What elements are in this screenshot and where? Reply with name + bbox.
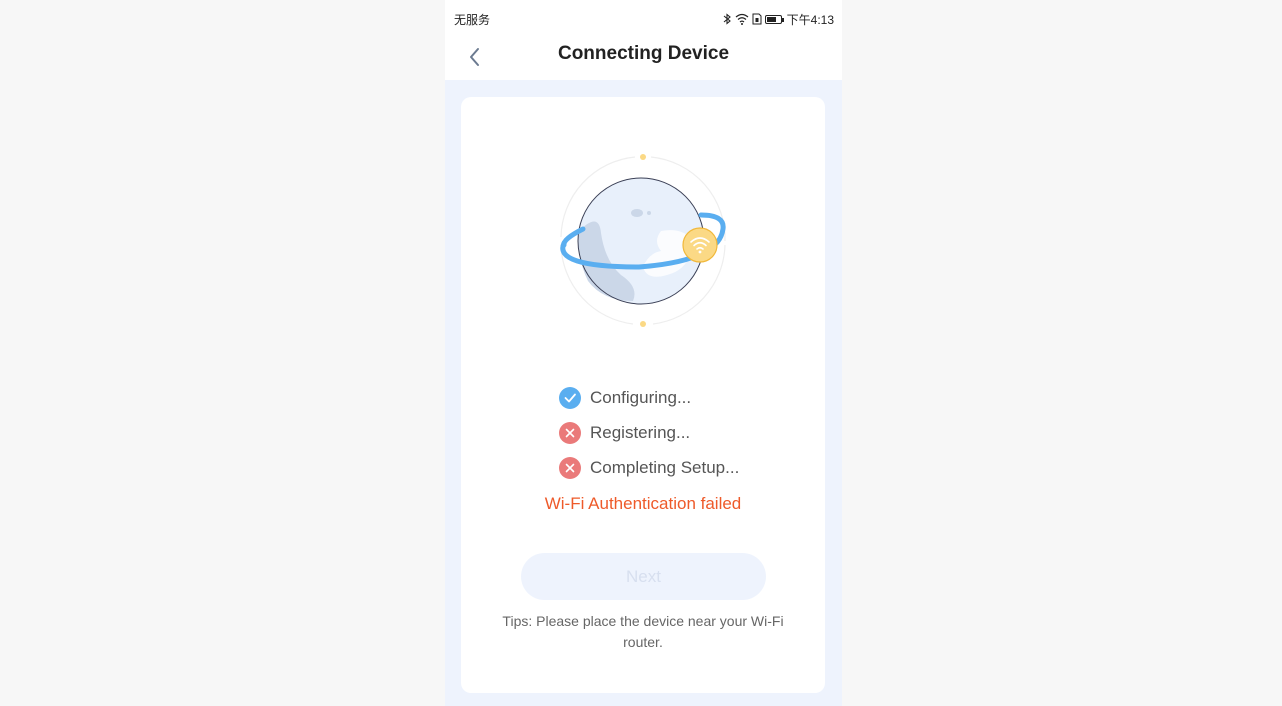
progress-steps: Configuring... Registering... Completing… [559,380,739,485]
status-icons: 下午4:13 [723,11,834,28]
x-circle-icon [559,421,581,444]
status-bar: 无服务 下午4:13 [445,0,842,34]
step-configuring: Configuring... [559,380,739,415]
nav-bar: Connecting Device [445,34,842,80]
step-completing-setup: Completing Setup... [559,450,739,485]
x-circle-icon [559,456,581,479]
wifi-icon [735,13,749,27]
sim-icon [752,13,762,27]
clock-label: 下午4:13 [786,13,834,27]
page-title: Connecting Device [557,43,730,64]
step-label: Configuring... [590,387,692,407]
globe-wifi-illustration [560,154,726,327]
next-button[interactable]: Next [521,553,766,600]
bluetooth-icon [723,12,732,27]
connection-card: Configuring... Registering... Completing… [461,97,825,693]
phone-screen: 无服务 下午4:13 Connecting Device Configuring… [445,0,842,706]
step-registering: Registering... [559,415,739,450]
carrier-label: 无服务 [454,13,491,27]
error-message: Wi-Fi Authentication failed [544,494,742,513]
step-label: Completing Setup... [590,457,740,477]
battery-icon [764,15,784,24]
tips-text: Tips: Please place the device near your … [502,613,784,650]
check-circle-icon [559,386,581,409]
step-label: Registering... [590,422,691,442]
